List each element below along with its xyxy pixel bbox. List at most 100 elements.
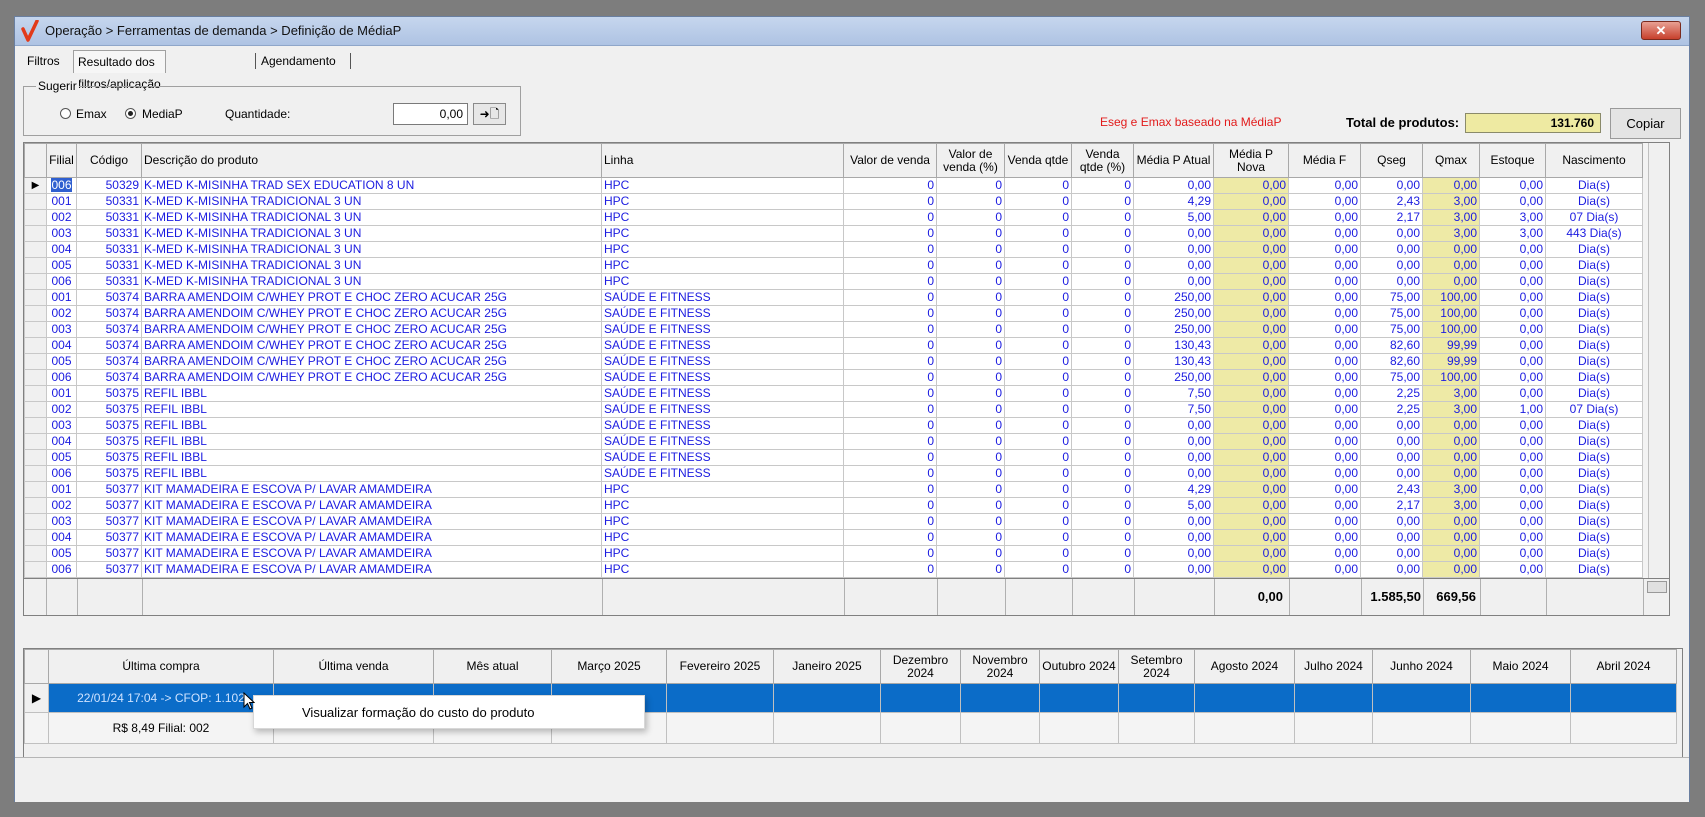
table-cell[interactable]: 50331: [76, 209, 142, 226]
table-cell[interactable]: 0,00: [1479, 241, 1546, 258]
table-cell[interactable]: SAÚDE E FITNESS: [601, 465, 844, 482]
column-header[interactable]: Nascimento: [1545, 143, 1643, 178]
table-cell[interactable]: 0,00: [1213, 401, 1289, 418]
table-cell[interactable]: 0,00: [1360, 433, 1423, 450]
table-cell[interactable]: Dia(s): [1545, 289, 1643, 306]
table-cell[interactable]: 0,00: [1422, 449, 1480, 466]
table-cell[interactable]: 0,00: [1360, 225, 1423, 242]
table-cell[interactable]: 0,00: [1422, 417, 1480, 434]
table-cell[interactable]: 0: [1071, 417, 1134, 434]
table-cell[interactable]: SAÚDE E FITNESS: [601, 449, 844, 466]
table-cell[interactable]: Dia(s): [1545, 433, 1643, 450]
table-cell[interactable]: 50331: [76, 225, 142, 242]
table-cell[interactable]: 0: [936, 449, 1005, 466]
table-cell[interactable]: 0,00: [1479, 545, 1546, 562]
table-cell[interactable]: 3,00: [1422, 481, 1480, 498]
history-cell[interactable]: [1294, 712, 1373, 744]
table-cell[interactable]: 50377: [76, 497, 142, 514]
table-cell[interactable]: 0: [843, 497, 937, 514]
table-row[interactable]: 002 50331 K-MED K-MISINHA TRADICIONAL 3 UN…: [24, 209, 1643, 226]
table-cell[interactable]: 0,00: [1422, 529, 1480, 546]
emax-radio[interactable]: [60, 108, 71, 119]
table-cell[interactable]: 0,00: [1133, 273, 1214, 290]
table-cell[interactable]: 0,00: [1213, 289, 1289, 306]
table-cell[interactable]: 0,00: [1479, 321, 1546, 338]
table-row[interactable]: 001 50377 KIT MAMADEIRA E ESCOVA P/ LAVAR …: [24, 481, 1643, 498]
table-cell[interactable]: KIT MAMADEIRA E ESCOVA P/ LAVAR AMAMDEIR…: [141, 497, 602, 514]
table-cell[interactable]: 0: [1071, 241, 1134, 258]
table-cell[interactable]: 0: [1071, 209, 1134, 226]
table-cell[interactable]: 004: [46, 529, 77, 546]
history-cell[interactable]: [1039, 712, 1119, 744]
table-cell[interactable]: 0,00: [1288, 369, 1361, 386]
copiar-button[interactable]: Copiar: [1610, 108, 1681, 139]
table-cell[interactable]: 100,00: [1422, 289, 1480, 306]
table-cell[interactable]: REFIL IBBL: [141, 401, 602, 418]
column-header[interactable]: Estoque: [1479, 143, 1546, 178]
table-cell[interactable]: 50331: [76, 257, 142, 274]
table-cell[interactable]: 0,00: [1288, 385, 1361, 402]
table-cell[interactable]: 50377: [76, 513, 142, 530]
table-cell[interactable]: 0,00: [1479, 449, 1546, 466]
table-row[interactable]: 002 50374 BARRA AMENDOIM C/WHEY PROT E CHO…: [24, 305, 1643, 322]
table-cell[interactable]: 0,00: [1479, 481, 1546, 498]
table-cell[interactable]: 0,00: [1360, 513, 1423, 530]
table-cell[interactable]: 004: [46, 337, 77, 354]
table-row[interactable]: ▶ 006 50329 K-MED K-MISINHA TRAD SEX EDUCAT…: [24, 177, 1643, 194]
history-column-header[interactable]: Março 2025: [551, 649, 667, 684]
table-cell[interactable]: 0,00: [1360, 177, 1423, 194]
table-row[interactable]: 004 50377 KIT MAMADEIRA E ESCOVA P/ LAVAR …: [24, 529, 1643, 546]
table-cell[interactable]: 0,00: [1288, 529, 1361, 546]
table-cell[interactable]: 0: [843, 193, 937, 210]
table-cell[interactable]: 0: [936, 209, 1005, 226]
table-cell[interactable]: 0: [936, 241, 1005, 258]
column-header[interactable]: Código: [76, 143, 142, 178]
table-row[interactable]: 003 50375 REFIL IBBL SAÚDE E FITNESS 0 0 0 0 0,0…: [24, 417, 1643, 434]
scrollbar-thumb[interactable]: [1647, 581, 1667, 593]
table-row[interactable]: 001 50374 BARRA AMENDOIM C/WHEY PROT E CHO…: [24, 289, 1643, 306]
table-cell[interactable]: 0: [1004, 433, 1072, 450]
table-row[interactable]: 004 50375 REFIL IBBL SAÚDE E FITNESS 0 0 0 0 0,0…: [24, 433, 1643, 450]
table-cell[interactable]: 100,00: [1422, 305, 1480, 322]
table-cell[interactable]: K-MED K-MISINHA TRADICIONAL 3 UN: [141, 225, 602, 242]
table-cell[interactable]: BARRA AMENDOIM C/WHEY PROT E CHOC ZERO A…: [141, 353, 602, 370]
table-cell[interactable]: 0,00: [1479, 289, 1546, 306]
table-cell[interactable]: 0,00: [1288, 465, 1361, 482]
table-cell[interactable]: 50375: [76, 449, 142, 466]
table-cell[interactable]: 0,00: [1360, 257, 1423, 274]
table-cell[interactable]: Dia(s): [1545, 177, 1643, 194]
table-cell[interactable]: 0,00: [1479, 353, 1546, 370]
table-cell[interactable]: 002: [46, 401, 77, 418]
table-cell[interactable]: 100,00: [1422, 369, 1480, 386]
table-cell[interactable]: 001: [46, 193, 77, 210]
table-cell[interactable]: 0: [936, 433, 1005, 450]
table-cell[interactable]: 0: [843, 465, 937, 482]
table-cell[interactable]: 0,00: [1213, 497, 1289, 514]
table-cell[interactable]: 0: [843, 369, 937, 386]
table-cell[interactable]: 0: [1004, 209, 1072, 226]
table-cell[interactable]: 0,00: [1213, 449, 1289, 466]
table-cell[interactable]: 0: [1071, 401, 1134, 418]
table-cell[interactable]: BARRA AMENDOIM C/WHEY PROT E CHOC ZERO A…: [141, 289, 602, 306]
history-cell[interactable]: [666, 712, 774, 744]
table-cell[interactable]: 0,00: [1422, 433, 1480, 450]
table-cell[interactable]: 0,00: [1422, 561, 1480, 578]
table-cell[interactable]: 0: [936, 481, 1005, 498]
table-cell[interactable]: 75,00: [1360, 305, 1423, 322]
table-cell[interactable]: 3,00: [1422, 385, 1480, 402]
table-cell[interactable]: 0: [1004, 369, 1072, 386]
history-cell[interactable]: [773, 683, 881, 713]
table-cell[interactable]: Dia(s): [1545, 561, 1643, 578]
table-cell[interactable]: 0,00: [1288, 225, 1361, 242]
table-cell[interactable]: 0: [843, 433, 937, 450]
table-cell[interactable]: 82,60: [1360, 353, 1423, 370]
table-cell[interactable]: 0: [843, 353, 937, 370]
table-cell[interactable]: 0: [936, 529, 1005, 546]
table-cell[interactable]: Dia(s): [1545, 353, 1643, 370]
table-cell[interactable]: 0: [843, 481, 937, 498]
column-header[interactable]: Qmax: [1422, 143, 1480, 178]
table-cell[interactable]: REFIL IBBL: [141, 465, 602, 482]
table-cell[interactable]: 0: [843, 241, 937, 258]
table-row[interactable]: 001 50375 REFIL IBBL SAÚDE E FITNESS 0 0 0 0 7,5…: [24, 385, 1643, 402]
table-cell[interactable]: 0: [936, 273, 1005, 290]
